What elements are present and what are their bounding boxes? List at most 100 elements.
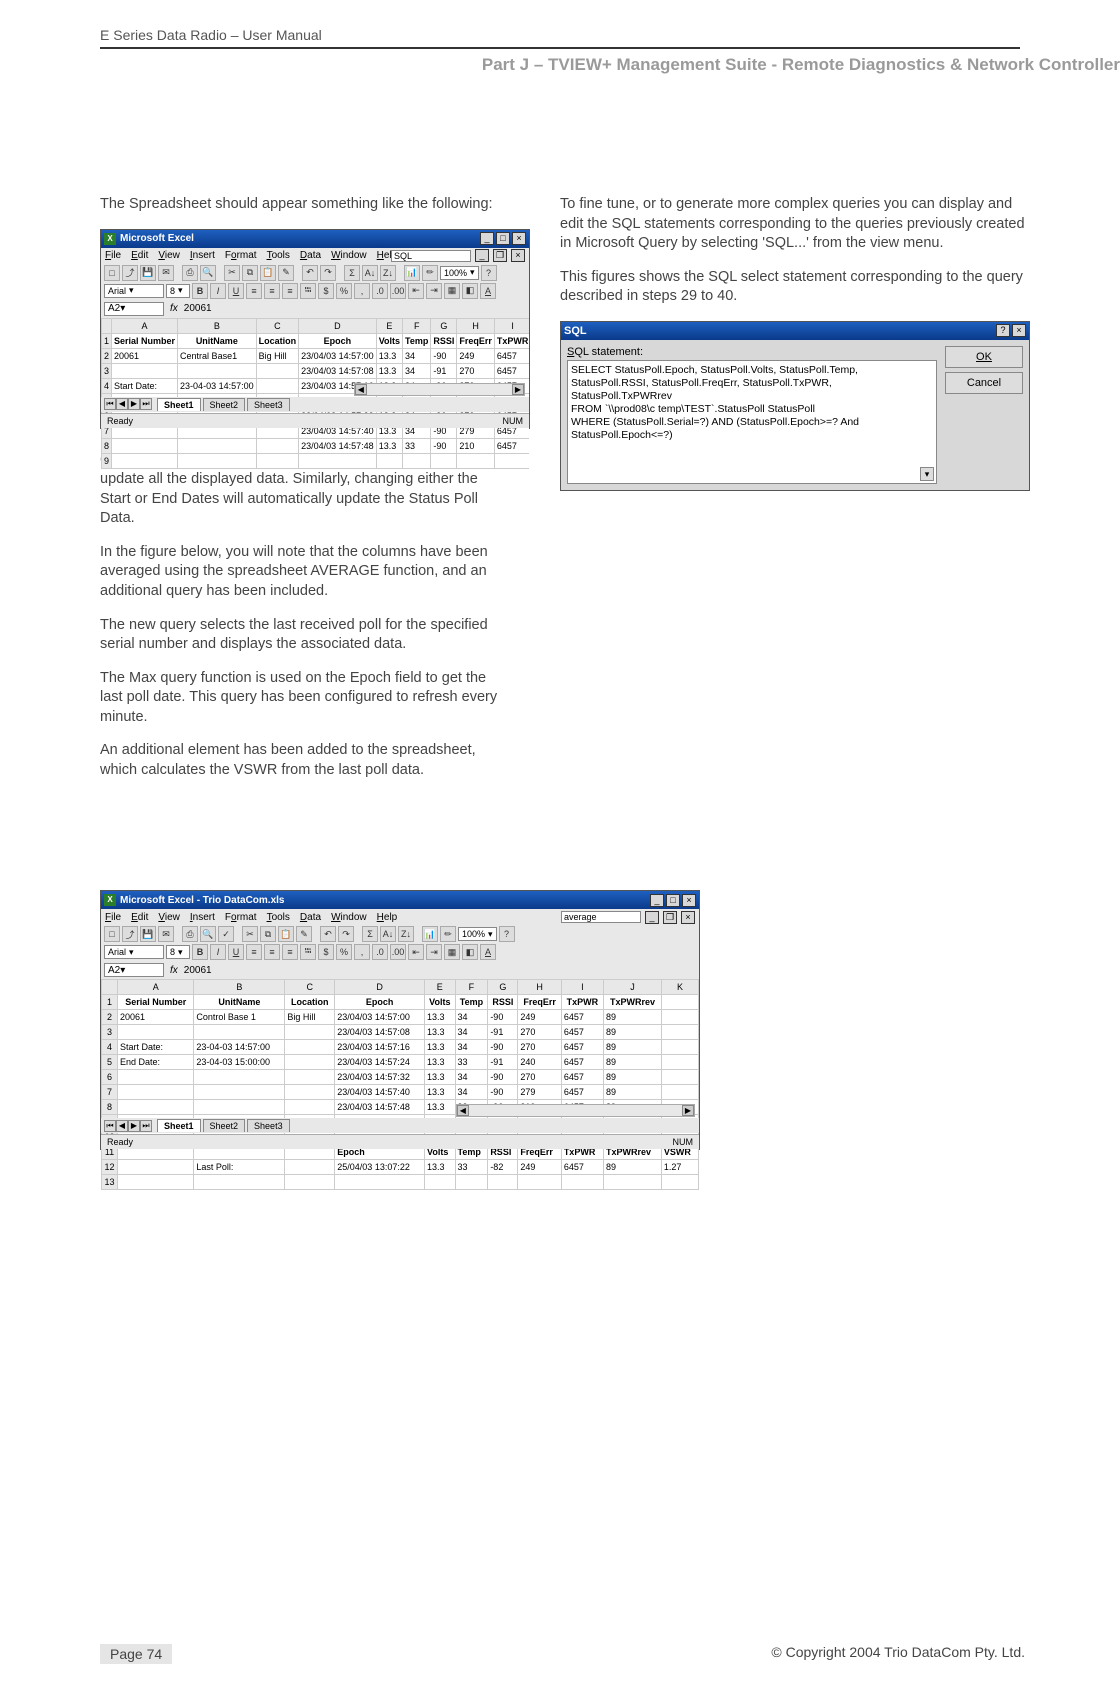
data-cell[interactable]: 13.3 — [425, 1100, 455, 1115]
data-cell[interactable]: 25/04/03 13:07:22 — [335, 1160, 425, 1175]
menu-format[interactable]: Format — [225, 912, 257, 923]
tab-nav-prev-icon[interactable]: ◀ — [116, 1120, 128, 1132]
sheet-tab-1[interactable]: Sheet1 — [157, 1119, 201, 1132]
child-max-icon[interactable]: ❐ — [493, 249, 507, 262]
row-header[interactable]: 12 — [102, 1160, 118, 1175]
data-cell[interactable]: 20061 — [112, 348, 178, 363]
font-combo[interactable]: Arial▾ — [104, 945, 164, 959]
data-cell[interactable] — [256, 363, 299, 378]
col-header[interactable]: E — [376, 318, 402, 333]
data-cell[interactable] — [118, 1025, 194, 1040]
menu-window[interactable]: Window — [331, 912, 367, 923]
data-cell[interactable]: 210 — [457, 438, 495, 453]
data-cell[interactable]: 34 — [455, 1070, 488, 1085]
data-cell[interactable]: Start Date: — [118, 1040, 194, 1055]
data-cell[interactable]: -82 — [488, 1160, 518, 1175]
data-cell[interactable] — [194, 1175, 285, 1190]
data-cell[interactable]: 23/04/03 14:57:32 — [335, 1070, 425, 1085]
data-cell[interactable] — [178, 438, 257, 453]
formula-value[interactable]: 20061 — [184, 965, 212, 976]
header-cell[interactable]: Epoch — [299, 333, 377, 348]
redo-icon[interactable]: ↷ — [320, 265, 336, 281]
data-cell[interactable]: 249 — [457, 348, 495, 363]
data-cell[interactable]: 23/04/03 14:57:08 — [299, 363, 377, 378]
row-header[interactable]: 6 — [102, 1070, 118, 1085]
col-header[interactable]: H — [457, 318, 495, 333]
data-cell[interactable] — [194, 1085, 285, 1100]
data-cell[interactable] — [178, 453, 257, 468]
col-header[interactable]: E — [425, 980, 455, 995]
fill-icon[interactable]: ◧ — [462, 283, 478, 299]
col-header[interactable]: B — [178, 318, 257, 333]
header-cell[interactable]: FreqErr — [518, 995, 561, 1010]
data-cell[interactable]: -90 — [488, 1085, 518, 1100]
data-cell[interactable] — [431, 453, 457, 468]
sql-help-icon[interactable]: ? — [996, 324, 1010, 337]
indent-dec-icon[interactable]: ⇤ — [408, 283, 424, 299]
fx-icon[interactable]: fx — [170, 965, 178, 976]
data-cell[interactable] — [604, 1175, 662, 1190]
data-cell[interactable] — [112, 363, 178, 378]
data-cell[interactable]: 6457 — [494, 348, 529, 363]
sort-desc-icon[interactable]: Z↓ — [380, 265, 396, 281]
sheet-tab-1[interactable]: Sheet1 — [157, 398, 201, 411]
bold-icon[interactable]: B — [192, 944, 208, 960]
max-icon[interactable]: □ — [666, 894, 680, 907]
tab-nav-last-icon[interactable]: ⏭ — [140, 1120, 152, 1132]
data-cell[interactable]: Big Hill — [285, 1010, 335, 1025]
open-icon[interactable]: ⤴ — [122, 265, 138, 281]
tab-nav-first-icon[interactable]: ⏮ — [104, 1120, 116, 1132]
merge-icon[interactable]: ⭾ — [300, 944, 316, 960]
row-header[interactable]: 3 — [102, 1025, 118, 1040]
data-cell[interactable]: 89 — [604, 1160, 662, 1175]
data-cell[interactable] — [285, 1040, 335, 1055]
col-header[interactable]: F — [403, 318, 431, 333]
data-cell[interactable]: 23/04/03 14:57:48 — [335, 1100, 425, 1115]
data-cell[interactable]: 23/04/03 14:57:16 — [335, 1040, 425, 1055]
child-max-icon[interactable]: ❐ — [663, 911, 677, 924]
data-cell[interactable]: 34 — [455, 1040, 488, 1055]
fontcolor-icon[interactable]: A — [480, 944, 496, 960]
data-cell[interactable]: -90 — [488, 1040, 518, 1055]
currency-icon[interactable]: $ — [318, 283, 334, 299]
zoom-combo[interactable]: 100%▾ — [458, 927, 497, 941]
horizontal-scrollbar[interactable]: ◀▶ — [456, 1104, 695, 1117]
dec-dec-icon[interactable]: .00 — [390, 944, 406, 960]
data-cell[interactable]: Last Poll: — [194, 1160, 285, 1175]
col-header[interactable]: B — [194, 980, 285, 995]
ok-button[interactable]: OK — [945, 346, 1023, 368]
menu-edit[interactable]: Edit — [131, 912, 148, 923]
row-header[interactable]: 8 — [102, 1100, 118, 1115]
data-cell[interactable]: 34 — [455, 1085, 488, 1100]
child-min-icon[interactable]: _ — [475, 249, 489, 262]
data-cell[interactable]: 6457 — [494, 438, 529, 453]
underline-icon[interactable]: U — [228, 283, 244, 299]
fmtpaint-icon[interactable]: ✎ — [278, 265, 294, 281]
tab-nav-next-icon[interactable]: ▶ — [128, 398, 140, 410]
paste-icon[interactable]: 📋 — [278, 926, 294, 942]
data-cell[interactable]: 23/04/03 14:57:00 — [335, 1010, 425, 1025]
data-cell[interactable] — [194, 1025, 285, 1040]
help-search-input[interactable] — [391, 250, 471, 262]
data-cell[interactable]: 89 — [604, 1040, 662, 1055]
menu-insert[interactable]: Insert — [190, 250, 215, 261]
data-cell[interactable] — [118, 1070, 194, 1085]
fx-icon[interactable]: fx — [170, 303, 178, 314]
data-cell[interactable]: 6457 — [561, 1010, 603, 1025]
data-cell[interactable]: 6457 — [561, 1085, 603, 1100]
data-cell[interactable]: 34 — [455, 1025, 488, 1040]
sql-textarea[interactable]: SELECT StatusPoll.Epoch, StatusPoll.Volt… — [567, 360, 937, 484]
cut-icon[interactable]: ✂ — [242, 926, 258, 942]
data-cell[interactable]: 23-04-03 14:57:00 — [194, 1040, 285, 1055]
corner-cell[interactable] — [102, 318, 112, 333]
data-cell[interactable] — [661, 1070, 698, 1085]
menu-data[interactable]: Data — [300, 250, 321, 261]
sort-asc-icon[interactable]: A↓ — [362, 265, 378, 281]
help-icon[interactable]: ? — [499, 926, 515, 942]
col-header[interactable]: J — [604, 980, 662, 995]
col-header[interactable]: I — [561, 980, 603, 995]
data-cell[interactable]: 89 — [604, 1025, 662, 1040]
data-cell[interactable]: 6457 — [561, 1040, 603, 1055]
percent-icon[interactable]: % — [336, 944, 352, 960]
data-cell[interactable]: 13.3 — [425, 1070, 455, 1085]
